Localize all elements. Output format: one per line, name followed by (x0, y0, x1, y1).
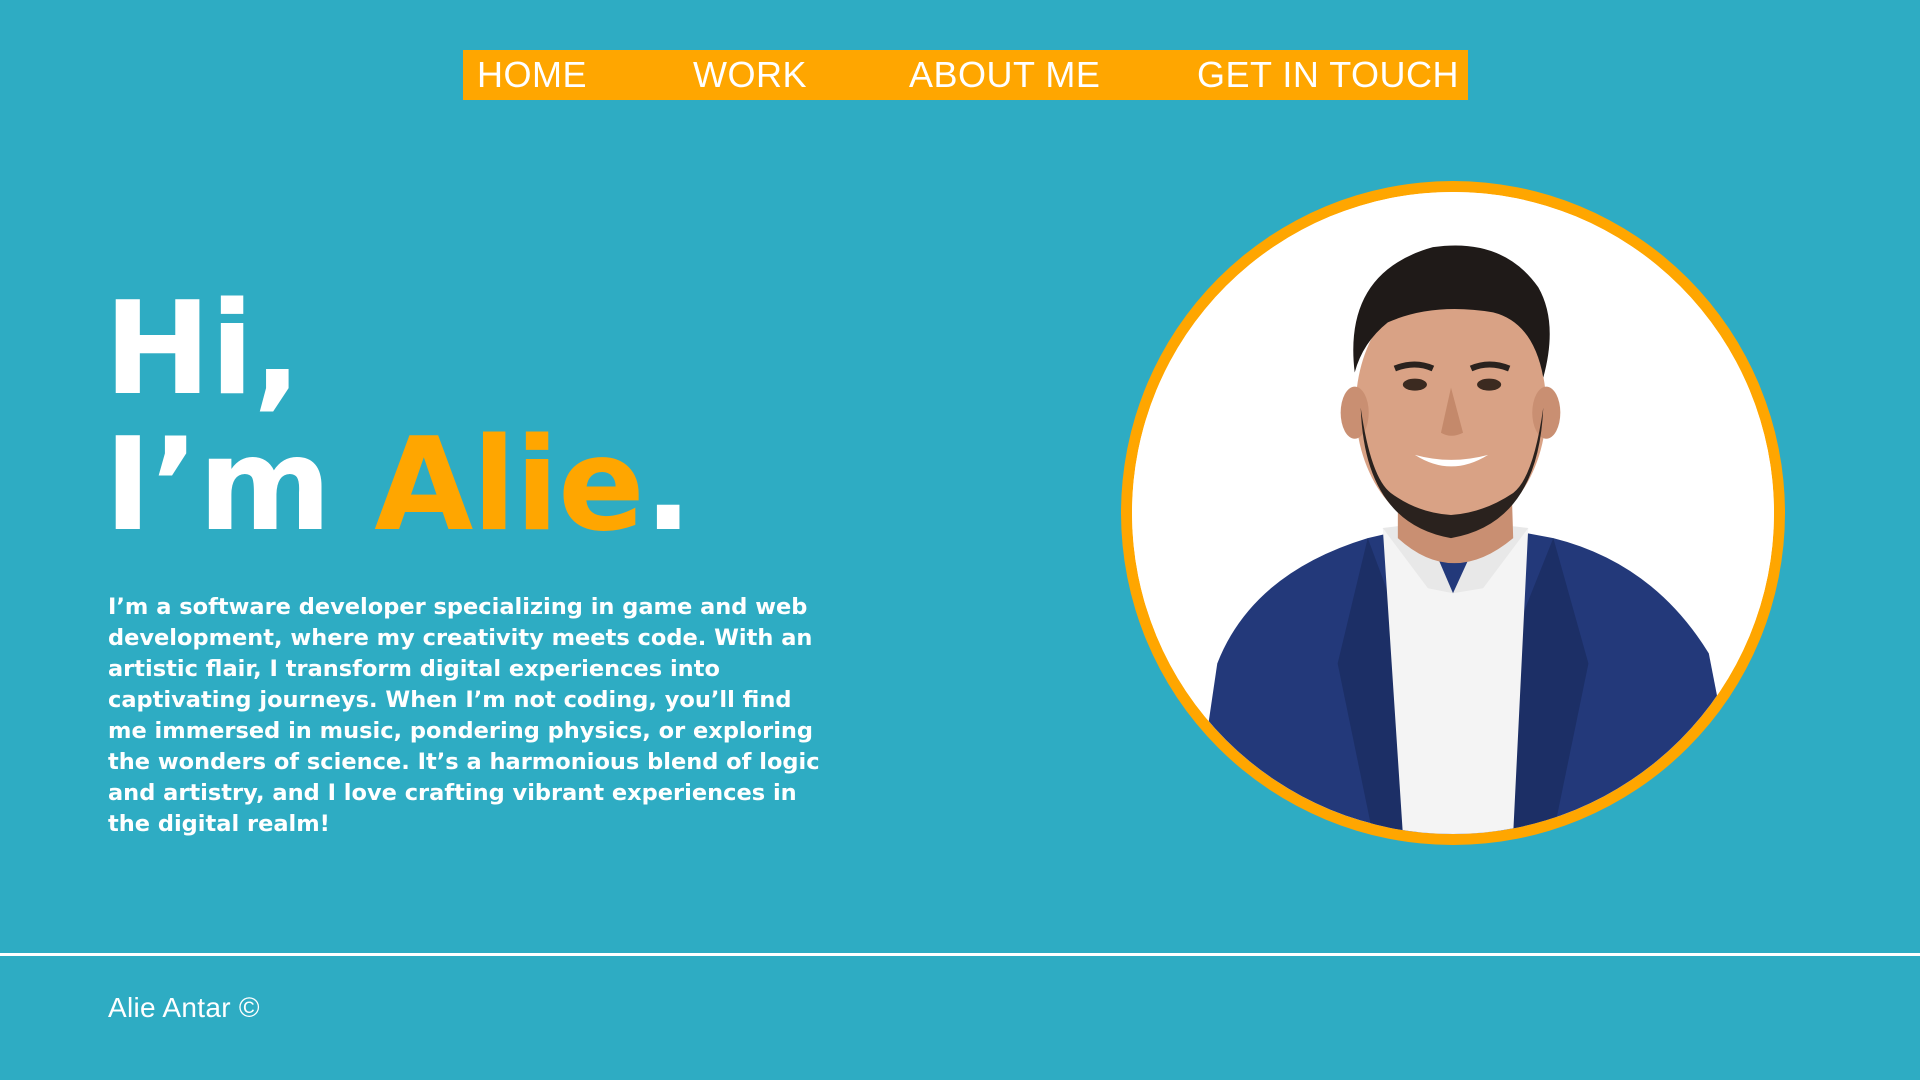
hero-heading: Hi, I’m Alie. (104, 275, 692, 554)
hero-period: . (643, 411, 693, 560)
hero-greeting: Hi, (104, 275, 302, 424)
hero-intro-line: I’m Alie. (104, 418, 692, 554)
portfolio-page: HOME WORK ABOUT ME GET IN TOUCH Hi, I’m … (0, 0, 1920, 1080)
hero-intro-prefix: I’m (104, 411, 375, 560)
profile-photo-frame (1121, 181, 1785, 845)
hero-name: Alie (374, 411, 645, 560)
profile-photo-icon (1132, 192, 1774, 834)
top-nav: HOME WORK ABOUT ME GET IN TOUCH (463, 50, 1468, 100)
nav-contact-link[interactable]: GET IN TOUCH (1197, 50, 1459, 100)
footer-copyright: Alie Antar © (108, 992, 260, 1023)
nav-about-link[interactable]: ABOUT ME (909, 50, 1100, 100)
nav-home-link[interactable]: HOME (477, 50, 587, 100)
profile-photo (1132, 192, 1774, 834)
bio-paragraph: I’m a software developer specializing in… (108, 594, 820, 837)
nav-work-link[interactable]: WORK (693, 50, 807, 100)
footer-divider (0, 953, 1920, 956)
